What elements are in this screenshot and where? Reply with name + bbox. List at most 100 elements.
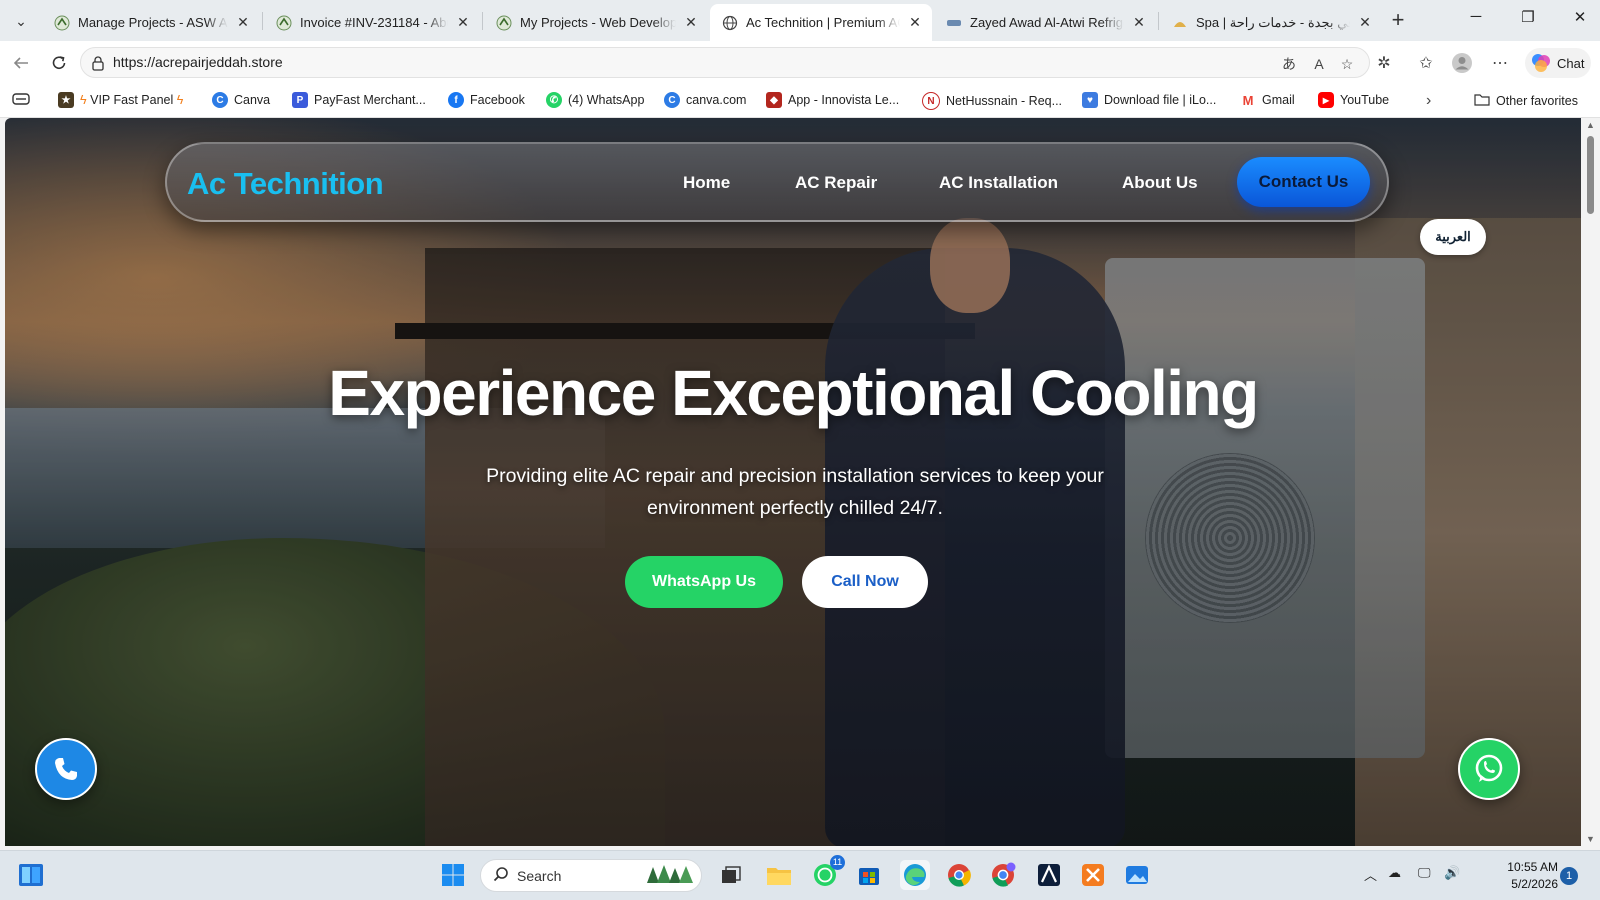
- collections-icon: [12, 92, 30, 109]
- copilot-chat-button[interactable]: Chat: [1525, 48, 1591, 78]
- nav-link-ac-repair[interactable]: AC Repair: [795, 173, 877, 193]
- close-icon[interactable]: ✕: [684, 14, 698, 31]
- close-icon[interactable]: ✕: [908, 14, 922, 31]
- favorite-item[interactable]: P PayFast Merchant...: [292, 92, 426, 108]
- tab-actions-menu-button[interactable]: ⌄: [6, 6, 36, 36]
- favorite-item[interactable]: ▶ YouTube: [1318, 92, 1389, 108]
- favorite-item[interactable]: ◆ App - Innovista Le...: [766, 92, 899, 108]
- browser-tab[interactable]: Spa | فندقي بجدة - خدمات راحة ✕: [1160, 4, 1382, 41]
- onedrive-icon[interactable]: ☁: [1388, 865, 1401, 881]
- app-a-button[interactable]: [1034, 860, 1064, 890]
- collections-button[interactable]: [12, 92, 30, 109]
- extensions-icon[interactable]: ✲: [1372, 51, 1396, 75]
- chevron-down-icon: ⌄: [15, 12, 27, 29]
- tab-title: Manage Projects - ASW Admi: [78, 15, 228, 30]
- photos-icon: [1126, 866, 1148, 884]
- scroll-up-icon[interactable]: ▲: [1585, 120, 1596, 130]
- nav-link-home[interactable]: Home: [683, 173, 730, 193]
- chevron-right-icon: ›: [1426, 92, 1432, 109]
- asw-icon: [496, 15, 512, 31]
- nav-link-about-us[interactable]: About Us: [1122, 173, 1198, 193]
- chrome-profile-button[interactable]: [988, 860, 1018, 890]
- favorite-item[interactable]: M Gmail: [1240, 92, 1295, 108]
- file-explorer-button[interactable]: [764, 860, 794, 890]
- refresh-button[interactable]: [46, 50, 72, 76]
- floating-whatsapp-button[interactable]: [1458, 738, 1520, 800]
- other-favorites[interactable]: Other favorites: [1474, 92, 1578, 109]
- contact-us-button[interactable]: Contact Us: [1237, 157, 1370, 207]
- url-text[interactable]: https://acrepairjeddah.store: [113, 54, 283, 70]
- favorite-item[interactable]: f Facebook: [448, 92, 525, 108]
- show-hidden-icons-button[interactable]: ︿: [1364, 865, 1377, 884]
- browser-tab[interactable]: Invoice #INV-231184 - Abu S ✕: [264, 4, 480, 41]
- browser-tab[interactable]: Zayed Awad Al-Atwi Refrigera ✕: [934, 4, 1156, 41]
- floating-call-button[interactable]: [35, 738, 97, 800]
- favorite-item[interactable]: ★ ϟ VIP Fast Panel ϟ: [58, 92, 183, 108]
- call-now-button[interactable]: Call Now: [802, 556, 928, 608]
- start-button[interactable]: [438, 860, 468, 890]
- page-scrollbar[interactable]: ▲ ▼: [1581, 118, 1600, 846]
- favorite-star-icon[interactable]: ☆: [1337, 54, 1357, 74]
- minimize-button[interactable]: ─: [1456, 8, 1496, 32]
- taskbar-search[interactable]: Search: [480, 859, 702, 892]
- close-icon[interactable]: ✕: [236, 14, 250, 31]
- back-button[interactable]: [8, 50, 34, 76]
- chrome-icon: [948, 864, 971, 887]
- favorite-item[interactable]: ♥ Download file | iLo...: [1082, 92, 1216, 108]
- scroll-down-icon[interactable]: ▼: [1585, 834, 1596, 844]
- site-icon: [946, 15, 962, 31]
- browser-tab-active[interactable]: Ac Technition | Premium AC R ✕: [710, 4, 932, 41]
- nav-link-ac-installation[interactable]: AC Installation: [939, 173, 1058, 193]
- restore-button[interactable]: ❐: [1508, 8, 1548, 32]
- favorite-item[interactable]: C canva.com: [664, 92, 746, 108]
- tab-title: My Projects - Web Developm: [520, 15, 676, 30]
- site-logo[interactable]: Ac Technition: [187, 166, 384, 202]
- photos-button[interactable]: [1122, 860, 1152, 890]
- new-tab-button[interactable]: +: [1384, 8, 1412, 34]
- notification-badge[interactable]: 1: [1560, 867, 1578, 885]
- favorite-label: NetHussnain - Req...: [946, 94, 1063, 108]
- read-aloud-icon[interactable]: A: [1309, 54, 1329, 74]
- close-window-button[interactable]: ✕: [1560, 8, 1600, 32]
- more-options-icon[interactable]: ⋯: [1488, 51, 1512, 75]
- scrollbar-thumb[interactable]: [1587, 136, 1594, 214]
- chrome-button[interactable]: [944, 860, 974, 890]
- network-icon[interactable]: 🖵: [1418, 865, 1431, 881]
- browser-tab[interactable]: Manage Projects - ASW Admi ✕: [42, 4, 260, 41]
- xampp-button[interactable]: [1078, 860, 1108, 890]
- windows-logo-icon: [442, 864, 464, 886]
- address-bar[interactable]: https://acrepairjeddah.store あ A ☆: [80, 47, 1370, 78]
- system-clock[interactable]: 10:55 AM 5/2/2026: [1500, 859, 1558, 893]
- store-button[interactable]: [854, 860, 884, 890]
- edge-button[interactable]: [900, 860, 930, 890]
- favorite-item[interactable]: ✆ (4) WhatsApp: [546, 92, 644, 108]
- favorite-item[interactable]: C Canva: [212, 92, 270, 108]
- innovista-icon: ◆: [766, 92, 782, 108]
- whatsapp-taskbar-button[interactable]: 11: [810, 855, 845, 890]
- widgets-button[interactable]: [16, 860, 46, 890]
- browser-tab[interactable]: My Projects - Web Developm ✕: [484, 4, 708, 41]
- favorite-item[interactable]: N NetHussnain - Req...: [922, 92, 1062, 110]
- close-icon[interactable]: ✕: [1132, 14, 1146, 31]
- profile-avatar-icon[interactable]: [1450, 51, 1474, 75]
- task-view-button[interactable]: [716, 860, 746, 890]
- favorite-label: PayFast Merchant...: [314, 93, 426, 107]
- hero-title: Experience Exceptional Cooling: [328, 357, 1259, 429]
- whatsapp-unread-badge: 11: [830, 855, 845, 870]
- site-info-icon[interactable]: [89, 54, 107, 72]
- whatsapp-us-button[interactable]: WhatsApp Us: [625, 556, 783, 608]
- volume-icon[interactable]: 🔊: [1444, 865, 1460, 881]
- translate-icon[interactable]: あ: [1279, 54, 1299, 74]
- favorites-overflow-button[interactable]: ›: [1426, 92, 1431, 110]
- language-toggle-button[interactable]: العربية: [1420, 219, 1486, 255]
- favorites-icon[interactable]: ✩: [1414, 51, 1438, 75]
- favorites-bar: ★ ϟ VIP Fast Panel ϟ C Canva P PayFast M…: [0, 84, 1600, 118]
- tab-title: Invoice #INV-231184 - Abu S: [300, 15, 448, 30]
- close-icon[interactable]: ✕: [456, 14, 470, 31]
- task-view-icon: [722, 866, 741, 883]
- whatsapp-icon: [1475, 754, 1503, 782]
- spa-icon: [1172, 15, 1188, 31]
- close-icon[interactable]: ✕: [1358, 14, 1372, 31]
- site-navbar: Ac Technition Home AC Repair AC Installa…: [165, 142, 1389, 222]
- app-a-icon: [1038, 864, 1060, 886]
